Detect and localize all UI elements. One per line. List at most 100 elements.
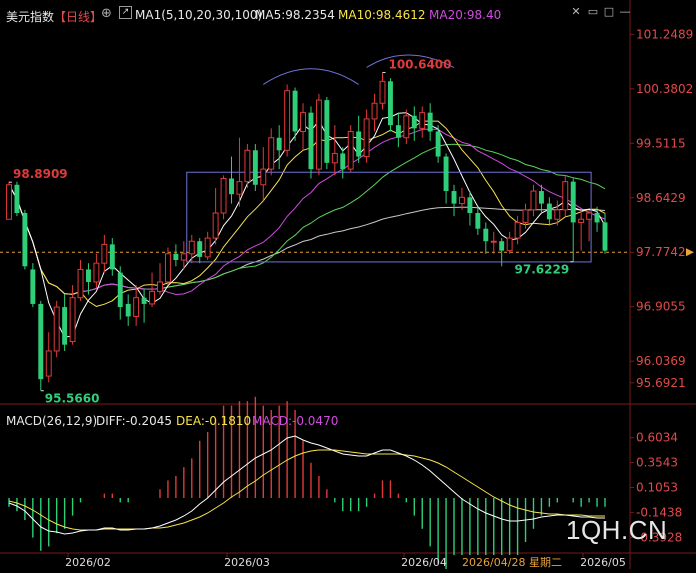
macd-diff-value: DIFF:-0.2045 [96, 414, 173, 428]
settings-icon[interactable]: ▭ [587, 6, 599, 18]
candle-body-up [347, 130, 354, 170]
candle-body-down [499, 241, 505, 251]
candle-body-up [379, 80, 386, 104]
time-tick-label: 2026/03 [224, 556, 270, 569]
candle-body-down [117, 272, 123, 308]
extreme-price-label: 100.6400 [388, 58, 451, 72]
candle-body-up [562, 181, 569, 211]
candle-body-up [315, 99, 322, 170]
candle-body-down [173, 253, 179, 261]
maximize-icon[interactable]: □ [603, 6, 615, 18]
candle-body-down [229, 178, 234, 195]
macd-tick-label: 0.1053 [636, 480, 678, 494]
candle-body-up [236, 181, 243, 195]
candle-body-down [125, 303, 131, 317]
time-tick-label: 2026/05 [580, 556, 626, 569]
candle-body-down [14, 184, 20, 213]
candle-body-up [554, 209, 561, 220]
cursor-date-label: 2026/04/28 星期二 [462, 556, 562, 569]
macd-tick-label: 0.6034 [636, 431, 678, 445]
candle-body-up [6, 184, 12, 220]
macd-label[interactable]: MACD(26,12,9) [6, 414, 97, 428]
candle-body-up [101, 243, 108, 264]
candle-body-up [586, 212, 593, 220]
candle-body-up [522, 209, 529, 223]
macd-hist-value: MACD:-0.0470 [252, 414, 339, 428]
macd-dea-value: DEA:-0.1810 [176, 414, 252, 428]
candle-body-up [506, 237, 513, 252]
candle-body-up [77, 268, 84, 299]
candle-body-up [419, 112, 426, 129]
candle-body-down [387, 81, 393, 126]
candle-body-down [62, 307, 68, 345]
extreme-price-label: 95.5660 [45, 392, 100, 406]
candle-body-down [475, 213, 481, 229]
candle-body-up [53, 306, 60, 352]
candle-body-up [514, 221, 521, 239]
candle-body-up [490, 240, 497, 243]
close-icon[interactable]: ✕ [570, 6, 582, 18]
candle-body-down [451, 191, 457, 204]
candle-body-up [458, 196, 465, 205]
chart-stage: 101.2489 100.3802 99.5115 98.6429 97.7742 96.… [0, 0, 696, 573]
candle-body-up [530, 190, 537, 211]
current-price-marker [686, 248, 694, 257]
price-tick-label: 98.6429 [636, 191, 686, 205]
candle-body-down [109, 244, 115, 270]
candle-body-down [38, 303, 44, 380]
price-tick-label: 99.5115 [636, 136, 686, 150]
minimize-icon[interactable]: — [619, 6, 631, 18]
candle-body-down [276, 137, 282, 151]
candle-body-up [149, 290, 156, 305]
candle-body-up [244, 149, 251, 183]
candle-body-up [403, 115, 410, 139]
candle-body-up [371, 102, 378, 120]
candle-body-up [578, 218, 585, 223]
macd-header: MACD(26,12,9) DIFF:-0.2045 DEA:-0.1810 M… [0, 408, 696, 432]
candle-body-up [69, 297, 76, 343]
candle-body-down [594, 213, 600, 223]
price-tick-label: 95.6921 [636, 376, 686, 390]
watermark: 1QH.CN [566, 515, 668, 545]
extreme-price-label: 98.8909 [13, 167, 68, 181]
period-label[interactable]: 【日线】 [54, 8, 102, 25]
candle-body-down [467, 197, 473, 213]
candle-body-down [252, 150, 258, 185]
candle-body-up [164, 253, 171, 283]
candle-body-down [411, 115, 417, 129]
ma-settings-icon[interactable]: ↗ [119, 6, 132, 19]
candle-body-down [292, 90, 298, 132]
extreme-price-label: 97.6229 [515, 263, 570, 277]
candle-body-down [483, 228, 489, 242]
ma-indicator-label[interactable]: MA1(5,10,20,30,100) [135, 8, 262, 22]
candle-body-down [395, 125, 401, 138]
shoulder-arc-left [263, 68, 359, 85]
candle-body-up [300, 112, 306, 132]
price-tick-label: 96.9055 [636, 300, 686, 314]
macd-dea-line [8, 449, 605, 531]
candle-body-down [602, 222, 608, 251]
price-tick-label: 100.3802 [636, 82, 693, 96]
candle-body-down [435, 131, 441, 157]
candle-body-down [340, 153, 346, 170]
top-header: 美元指数 【日线】 ⊕ ↗ MA1(5,10,20,30,100) MA5:98… [0, 0, 696, 30]
candle-body-down [141, 297, 147, 304]
price-tick-label: 96.0369 [636, 354, 686, 368]
candle-body-down [197, 241, 203, 257]
candle-body-up [188, 240, 195, 255]
candle-body-up [133, 297, 140, 317]
candle-body-up [204, 237, 211, 258]
candle-body-up [180, 253, 187, 261]
candle-body-down [324, 100, 330, 163]
candle-body-up [268, 137, 275, 170]
add-icon[interactable]: ⊕ [101, 6, 112, 21]
candle-body-up [157, 281, 163, 292]
ma10-value: MA10:98.4612 [338, 8, 426, 22]
candle-body-up [260, 168, 267, 186]
candle-body-down [30, 269, 36, 304]
candle-body-down [538, 191, 544, 204]
ma20-value: MA20:98.40 [429, 8, 502, 22]
price-chart-svg[interactable]: 101.2489100.380299.511598.642997.774296.… [0, 0, 696, 573]
candle-body-up [331, 152, 338, 164]
candle-body-down [443, 156, 449, 192]
